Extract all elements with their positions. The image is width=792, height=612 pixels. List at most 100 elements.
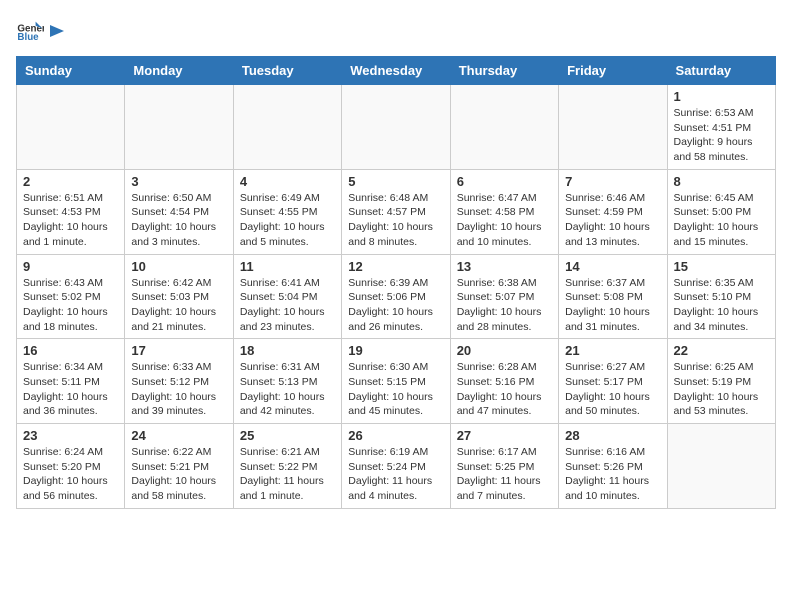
day-info-line: Sunset: 5:04 PM: [240, 290, 335, 305]
day-info-line: Daylight: 9 hours and 58 minutes.: [674, 135, 769, 164]
calendar-cell: 3 Sunrise: 6:50 AMSunset: 4:54 PMDaylight…: [125, 169, 233, 254]
day-info-line: Sunset: 5:20 PM: [23, 460, 118, 475]
calendar-cell: 19 Sunrise: 6:30 AMSunset: 5:15 PMDayligh…: [342, 339, 450, 424]
day-number: 26: [348, 428, 443, 443]
day-number: 19: [348, 343, 443, 358]
day-number: 13: [457, 259, 552, 274]
day-info-line: Sunrise: 6:22 AM: [131, 445, 226, 460]
day-number: 14: [565, 259, 660, 274]
day-info-line: Sunset: 5:13 PM: [240, 375, 335, 390]
day-info-line: Daylight: 10 hours and 21 minutes.: [131, 305, 226, 334]
calendar-cell: 12Sunrise: 6:39 AMSunset: 5:06 PMDayligh…: [342, 254, 450, 339]
day-info: Sunrise: 6:49 AMSunset: 4:55 PMDaylight:…: [240, 191, 335, 250]
calendar-cell: 9 Sunrise: 6:43 AMSunset: 5:02 PMDaylight…: [17, 254, 125, 339]
day-info-line: Sunset: 5:12 PM: [131, 375, 226, 390]
day-info-line: Daylight: 10 hours and 42 minutes.: [240, 390, 335, 419]
weekday-header-saturday: Saturday: [667, 57, 775, 85]
calendar-cell: 10Sunrise: 6:42 AMSunset: 5:03 PMDayligh…: [125, 254, 233, 339]
day-info: Sunrise: 6:35 AMSunset: 5:10 PMDaylight:…: [674, 276, 769, 335]
day-info-line: Daylight: 11 hours and 4 minutes.: [348, 474, 443, 503]
day-info: Sunrise: 6:31 AMSunset: 5:13 PMDaylight:…: [240, 360, 335, 419]
logo-arrow-icon: [50, 21, 68, 41]
day-number: 16: [23, 343, 118, 358]
calendar-cell: 20Sunrise: 6:28 AMSunset: 5:16 PMDayligh…: [450, 339, 558, 424]
day-info-line: Sunrise: 6:21 AM: [240, 445, 335, 460]
calendar-cell: 25Sunrise: 6:21 AMSunset: 5:22 PMDayligh…: [233, 424, 341, 509]
calendar-week-row: 9 Sunrise: 6:43 AMSunset: 5:02 PMDaylight…: [17, 254, 776, 339]
day-info-line: Sunset: 5:11 PM: [23, 375, 118, 390]
day-info-line: Daylight: 10 hours and 8 minutes.: [348, 220, 443, 249]
calendar-cell: [125, 85, 233, 170]
day-info-line: Sunset: 5:06 PM: [348, 290, 443, 305]
day-info: Sunrise: 6:43 AMSunset: 5:02 PMDaylight:…: [23, 276, 118, 335]
day-info: Sunrise: 6:50 AMSunset: 4:54 PMDaylight:…: [131, 191, 226, 250]
calendar-cell: 15Sunrise: 6:35 AMSunset: 5:10 PMDayligh…: [667, 254, 775, 339]
day-number: 6: [457, 174, 552, 189]
day-number: 28: [565, 428, 660, 443]
day-number: 10: [131, 259, 226, 274]
day-info-line: Daylight: 10 hours and 18 minutes.: [23, 305, 118, 334]
day-info: Sunrise: 6:37 AMSunset: 5:08 PMDaylight:…: [565, 276, 660, 335]
calendar-cell: 2Sunrise: 6:51 AMSunset: 4:53 PMDaylight…: [17, 169, 125, 254]
day-number: 9: [23, 259, 118, 274]
calendar-cell: 7Sunrise: 6:46 AMSunset: 4:59 PMDaylight…: [559, 169, 667, 254]
day-number: 5: [348, 174, 443, 189]
calendar-cell: 5Sunrise: 6:48 AMSunset: 4:57 PMDaylight…: [342, 169, 450, 254]
day-info: Sunrise: 6:38 AMSunset: 5:07 PMDaylight:…: [457, 276, 552, 335]
day-info-line: Sunrise: 6:41 AM: [240, 276, 335, 291]
day-info-line: Sunrise: 6:39 AM: [348, 276, 443, 291]
day-info-line: Daylight: 11 hours and 7 minutes.: [457, 474, 552, 503]
calendar-cell: 21Sunrise: 6:27 AMSunset: 5:17 PMDayligh…: [559, 339, 667, 424]
day-info-line: Daylight: 10 hours and 53 minutes.: [674, 390, 769, 419]
calendar-cell: 6Sunrise: 6:47 AMSunset: 4:58 PMDaylight…: [450, 169, 558, 254]
day-info-line: Sunset: 5:15 PM: [348, 375, 443, 390]
day-info: Sunrise: 6:28 AMSunset: 5:16 PMDaylight:…: [457, 360, 552, 419]
calendar-cell: 26 Sunrise: 6:19 AMSunset: 5:24 PMDayligh…: [342, 424, 450, 509]
day-info-line: Daylight: 10 hours and 34 minutes.: [674, 305, 769, 334]
day-info-line: Daylight: 10 hours and 47 minutes.: [457, 390, 552, 419]
calendar-cell: 24Sunrise: 6:22 AMSunset: 5:21 PMDayligh…: [125, 424, 233, 509]
day-info-line: Daylight: 10 hours and 56 minutes.: [23, 474, 118, 503]
day-number: 23: [23, 428, 118, 443]
day-info-line: Sunrise: 6:25 AM: [674, 360, 769, 375]
day-info-line: Sunrise: 6:49 AM: [240, 191, 335, 206]
calendar-cell: 18 Sunrise: 6:31 AMSunset: 5:13 PMDayligh…: [233, 339, 341, 424]
day-number: 18: [240, 343, 335, 358]
day-info-line: Sunrise: 6:53 AM: [674, 106, 769, 121]
day-info-line: Sunrise: 6:16 AM: [565, 445, 660, 460]
day-info-line: Sunrise: 6:46 AM: [565, 191, 660, 206]
day-info-line: Sunset: 4:59 PM: [565, 205, 660, 220]
day-info-line: Sunset: 5:24 PM: [348, 460, 443, 475]
day-info-line: Daylight: 10 hours and 36 minutes.: [23, 390, 118, 419]
day-number: 3: [131, 174, 226, 189]
day-info-line: Daylight: 10 hours and 50 minutes.: [565, 390, 660, 419]
day-info-line: Sunrise: 6:47 AM: [457, 191, 552, 206]
calendar-cell: 11Sunrise: 6:41 AMSunset: 5:04 PMDayligh…: [233, 254, 341, 339]
day-number: 25: [240, 428, 335, 443]
calendar-week-row: 16Sunrise: 6:34 AMSunset: 5:11 PMDayligh…: [17, 339, 776, 424]
calendar-table: SundayMondayTuesdayWednesdayThursdayFrid…: [16, 56, 776, 509]
day-info-line: Daylight: 10 hours and 5 minutes.: [240, 220, 335, 249]
day-info-line: Sunrise: 6:48 AM: [348, 191, 443, 206]
day-number: 11: [240, 259, 335, 274]
day-info-line: Sunset: 4:55 PM: [240, 205, 335, 220]
day-info-line: Sunrise: 6:50 AM: [131, 191, 226, 206]
day-info: Sunrise: 6:39 AMSunset: 5:06 PMDaylight:…: [348, 276, 443, 335]
day-info: Sunrise: 6:33 AMSunset: 5:12 PMDaylight:…: [131, 360, 226, 419]
day-info-line: Sunset: 5:17 PM: [565, 375, 660, 390]
day-info-line: Sunrise: 6:51 AM: [23, 191, 118, 206]
day-info-line: Sunrise: 6:24 AM: [23, 445, 118, 460]
day-info-line: Sunrise: 6:42 AM: [131, 276, 226, 291]
day-number: 21: [565, 343, 660, 358]
day-info-line: Sunrise: 6:34 AM: [23, 360, 118, 375]
day-info: Sunrise: 6:30 AMSunset: 5:15 PMDaylight:…: [348, 360, 443, 419]
day-info-line: Daylight: 10 hours and 31 minutes.: [565, 305, 660, 334]
logo: General Blue: [16, 16, 68, 44]
day-info-line: Sunset: 5:19 PM: [674, 375, 769, 390]
calendar-cell: 14 Sunrise: 6:37 AMSunset: 5:08 PMDayligh…: [559, 254, 667, 339]
day-info-line: Daylight: 10 hours and 1 minute.: [23, 220, 118, 249]
day-info-line: Sunrise: 6:19 AM: [348, 445, 443, 460]
day-info-line: Sunrise: 6:33 AM: [131, 360, 226, 375]
day-info-line: Daylight: 10 hours and 10 minutes.: [457, 220, 552, 249]
calendar-cell: [450, 85, 558, 170]
